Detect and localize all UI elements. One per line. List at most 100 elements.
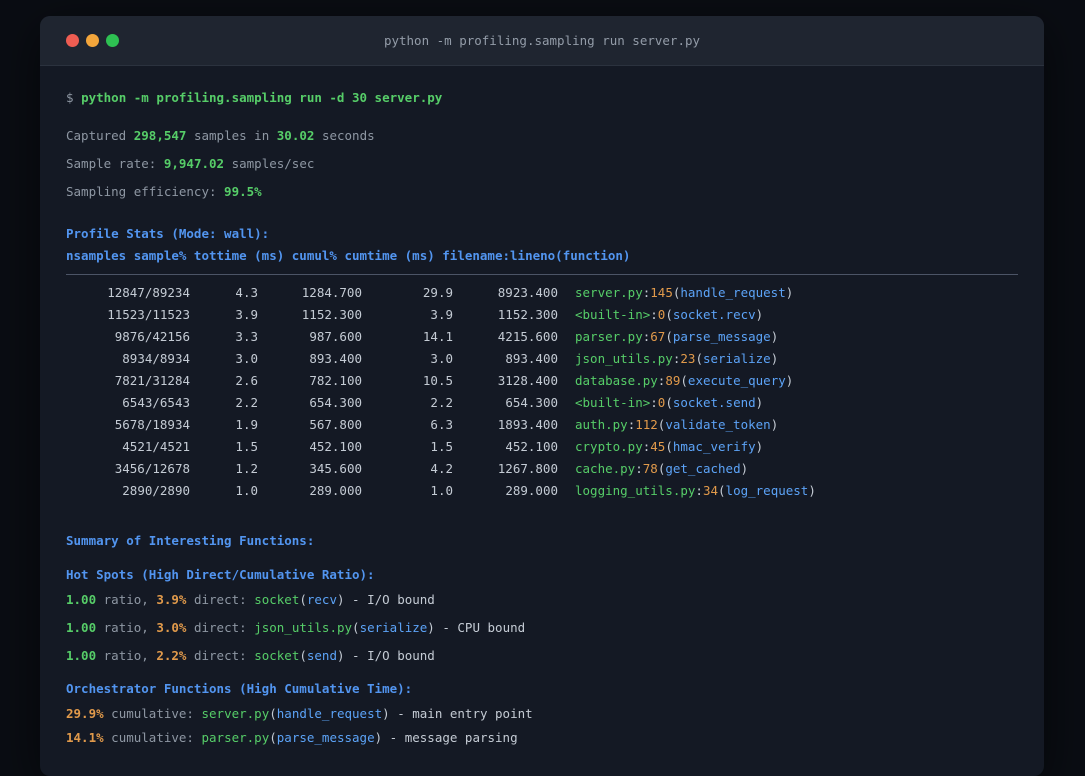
cumtime-cell: 1267.800 xyxy=(497,461,558,476)
cumtime-cell: 289.000 xyxy=(505,483,558,498)
function-name-text: serialize xyxy=(359,620,428,635)
filename-text: cache.py xyxy=(575,461,636,476)
cumulative-label: cumulative: xyxy=(111,730,194,745)
shell-prompt: $ xyxy=(66,90,74,105)
module-name-text: socket xyxy=(254,648,300,663)
cumtime-cell: 893.400 xyxy=(505,351,558,366)
ratio-label: ratio, xyxy=(103,648,149,663)
module-name-text: json_utils.py xyxy=(254,620,353,635)
nsamples-cell: 12847/89234 xyxy=(107,285,190,300)
filename-text: auth.py xyxy=(575,417,628,432)
tottime-cell: 987.600 xyxy=(309,329,362,344)
sample-pct-cell: 4.3 xyxy=(235,285,258,300)
hot-spots-title: Hot Spots (High Direct/Cumulative Ratio)… xyxy=(66,567,375,582)
window-title: python -m profiling.sampling run server.… xyxy=(383,33,701,48)
function-name-text: handle_request xyxy=(276,706,383,721)
close-paren: ) xyxy=(740,461,749,476)
open-paren: ( xyxy=(665,329,673,344)
terminal-output: $ python -m profiling.sampling run -d 30… xyxy=(40,66,1044,748)
nsamples-cell: 9876/42156 xyxy=(114,329,190,344)
cumul-pct-cell: 2.2 xyxy=(430,395,453,410)
nsamples-cell: 8934/8934 xyxy=(122,351,190,366)
colon-separator: : xyxy=(650,307,658,322)
nsamples-cell: 3456/12678 xyxy=(114,461,190,476)
close-paren: ) xyxy=(770,417,779,432)
open-paren: ( xyxy=(695,351,703,366)
captured-duration-value: 30.02 xyxy=(276,128,315,143)
cumul-pct-cell: 1.0 xyxy=(430,483,453,498)
open-paren: ( xyxy=(665,307,673,322)
titlebar: python -m profiling.sampling run server.… xyxy=(40,16,1044,66)
nsamples-cell: 2890/2890 xyxy=(122,483,190,498)
cumul-pct-cell: 14.1 xyxy=(422,329,453,344)
filename-text: server.py xyxy=(575,285,643,300)
close-paren: ) xyxy=(785,373,794,388)
cumtime-cell: 1152.300 xyxy=(497,307,558,322)
captured-samples-value: 298,547 xyxy=(133,128,187,143)
close-paren: ) xyxy=(770,351,779,366)
cumtime-cell: 452.100 xyxy=(505,439,558,454)
cumtime-cell: 3128.400 xyxy=(497,373,558,388)
close-paren: ) xyxy=(382,706,390,721)
location-cell: <built-in>:0(socket.recv) xyxy=(575,304,763,326)
nsamples-cell: 11523/11523 xyxy=(107,307,190,322)
cumtime-cell: 1893.400 xyxy=(497,417,558,432)
sample-pct-cell: 1.9 xyxy=(235,417,258,432)
direct-pct-value: 3.9% xyxy=(156,592,187,607)
location-cell: json_utils.py:23(serialize) xyxy=(575,348,778,370)
cumulative-label: cumulative: xyxy=(111,706,194,721)
sample-pct-cell: 1.5 xyxy=(235,439,258,454)
tottime-cell: 289.000 xyxy=(309,483,362,498)
ratio-value: 1.00 xyxy=(66,648,97,663)
location-cell: database.py:89(execute_query) xyxy=(575,370,793,392)
profile-table-row: 5678/18934 1.9 567.800 6.3 1893.400 auth… xyxy=(66,414,1018,436)
tottime-cell: 452.100 xyxy=(309,439,362,454)
efficiency-value: 99.5% xyxy=(224,184,262,199)
colon-separator: : xyxy=(695,483,703,498)
nsamples-cell: 6543/6543 xyxy=(122,395,190,410)
open-paren: ( xyxy=(718,483,726,498)
bound-note: - I/O bound xyxy=(352,592,435,607)
profile-columns-header: nsamples sample% tottime (ms) cumul% cum… xyxy=(66,248,631,263)
cumul-pct-cell: 3.0 xyxy=(430,351,453,366)
profile-table-row: 12847/89234 4.3 1284.700 29.9 8923.400 s… xyxy=(66,282,1018,304)
cumtime-cell: 654.300 xyxy=(505,395,558,410)
orchestrators-title: Orchestrator Functions (High Cumulative … xyxy=(66,681,413,696)
profile-table-row: 4521/4521 1.5 452.100 1.5 452.100 crypto… xyxy=(66,436,1018,458)
efficiency-line: Sampling efficiency: 99.5% xyxy=(66,182,1018,202)
zoom-button[interactable] xyxy=(106,34,119,47)
lineno-text: 45 xyxy=(650,439,666,454)
sample-pct-cell: 3.9 xyxy=(235,307,258,322)
cumul-pct-cell: 29.9 xyxy=(422,285,453,300)
lineno-text: 78 xyxy=(642,461,658,476)
captured-unit-label: seconds xyxy=(321,128,375,143)
direct-pct-value: 3.0% xyxy=(156,620,187,635)
close-paren: ) xyxy=(755,439,764,454)
cumtime-cell: 8923.400 xyxy=(497,285,558,300)
close-paren: ) xyxy=(427,620,435,635)
direct-pct-value: 2.2% xyxy=(156,648,187,663)
direct-label: direct: xyxy=(193,592,247,607)
command-line: $ python -m profiling.sampling run -d 30… xyxy=(66,88,1018,108)
lineno-text: 112 xyxy=(635,417,658,432)
function-name-text: socket.recv xyxy=(672,307,756,322)
sample-rate-unit: samples/sec xyxy=(231,156,315,171)
lineno-text: 23 xyxy=(680,351,696,366)
function-name-text: parse_message xyxy=(672,329,771,344)
orchestrator-line: 14.1% cumulative: parser.py(parse_messag… xyxy=(66,728,1018,748)
filename-text: parser.py xyxy=(575,329,643,344)
close-paren: ) xyxy=(336,648,345,663)
cumtime-cell: 4215.600 xyxy=(497,329,558,344)
close-paren: ) xyxy=(755,395,764,410)
location-cell: parser.py:67(parse_message) xyxy=(575,326,778,348)
close-button[interactable] xyxy=(66,34,79,47)
lineno-text: 89 xyxy=(665,373,681,388)
hot-spot-line: 1.00 ratio, 2.2% direct: socket(send) - … xyxy=(66,646,1018,666)
sample-rate-value: 9,947.02 xyxy=(163,156,225,171)
profile-stats-title: Profile Stats (Mode: wall): xyxy=(66,226,270,241)
function-name-text: socket.send xyxy=(672,395,756,410)
ratio-label: ratio, xyxy=(103,592,149,607)
lineno-text: 34 xyxy=(702,483,719,498)
minimize-button[interactable] xyxy=(86,34,99,47)
nsamples-cell: 7821/31284 xyxy=(114,373,190,388)
